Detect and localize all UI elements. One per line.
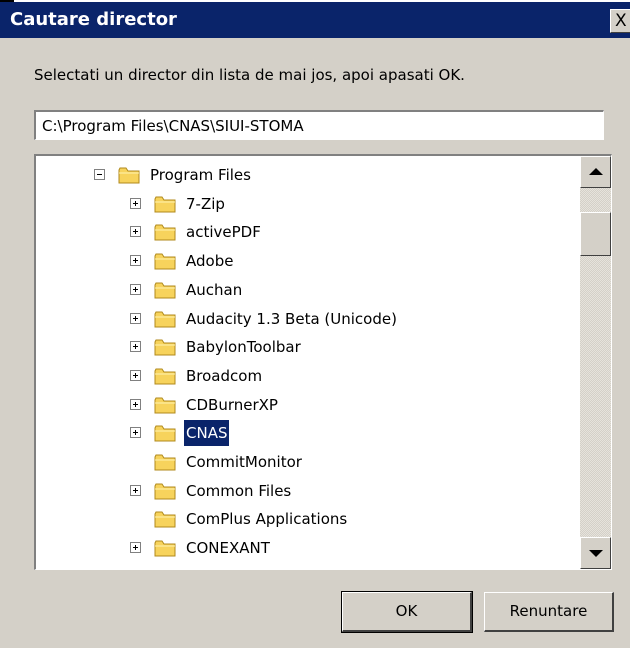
- folder-icon: [154, 252, 176, 270]
- tree-item-label: activePDF: [186, 223, 261, 242]
- plus-icon[interactable]: [130, 226, 141, 238]
- folder-icon: [154, 195, 176, 213]
- folder-icon: [154, 281, 176, 299]
- tree-item-label: Program Files: [150, 166, 251, 184]
- ok-button[interactable]: OK: [341, 591, 473, 633]
- tree-item-label: Adobe: [186, 252, 234, 271]
- instructions-text: Selectati un director din lista de mai j…: [34, 66, 465, 84]
- tree-item-label: CONEXANT: [186, 539, 270, 558]
- folder-tree[interactable]: CONEXANT ComPlus Applications Common Files…: [34, 154, 612, 570]
- vertical-scrollbar[interactable]: [580, 156, 611, 569]
- folder-icon: [154, 310, 176, 327]
- plus-icon[interactable]: [130, 341, 141, 353]
- plus-icon[interactable]: [130, 484, 141, 496]
- folder-icon: [154, 482, 176, 500]
- path-input[interactable]: [34, 110, 604, 140]
- plus-icon[interactable]: [130, 255, 141, 267]
- folder-icon: [154, 396, 176, 414]
- scroll-thumb[interactable]: [580, 212, 611, 256]
- plus-icon[interactable]: [130, 197, 141, 209]
- arrow-down-icon: [589, 550, 603, 557]
- scroll-up-button[interactable]: [580, 156, 611, 188]
- plus-icon[interactable]: [130, 427, 141, 439]
- dialog-title: Cautare director: [10, 9, 177, 30]
- folder-icon: [154, 510, 176, 528]
- folder-icon: [154, 453, 176, 471]
- tree-item-label: ComPlus Applications: [186, 510, 348, 529]
- tree-item-label: CDBurnerXP: [186, 395, 278, 414]
- tree-item-label: 7-Zip: [186, 194, 225, 213]
- plus-icon[interactable]: [130, 398, 141, 410]
- arrow-up-icon: [589, 168, 603, 175]
- minus-icon[interactable]: [94, 169, 105, 180]
- title-bar[interactable]: Cautare director X: [0, 2, 630, 38]
- plus-icon[interactable]: [130, 312, 141, 324]
- folder-icon: [118, 166, 140, 184]
- tree-item-label: BabylonToolbar: [186, 338, 301, 357]
- folder-icon: [154, 539, 176, 557]
- tree-item-label: Common Files: [186, 481, 292, 500]
- plus-icon[interactable]: [130, 283, 141, 295]
- close-button[interactable]: X: [610, 9, 630, 33]
- close-icon: X: [615, 11, 627, 31]
- browse-folder-dialog: Cautare director X Selectati un director…: [0, 2, 630, 648]
- tree-item-label: Auchan: [186, 280, 243, 299]
- tree-item-label: Broadcom: [186, 366, 263, 385]
- tree-item-label: Audacity 1.3 Beta (Unicode): [186, 309, 397, 328]
- folder-icon: [154, 338, 176, 356]
- folder-icon: [154, 367, 176, 385]
- tree-item-label: CNAS: [184, 420, 230, 447]
- cancel-button[interactable]: Renuntare: [484, 592, 614, 632]
- scroll-down-button[interactable]: [580, 537, 611, 569]
- folder-icon: [154, 223, 176, 241]
- folder-icon: [154, 424, 176, 442]
- plus-icon[interactable]: [130, 369, 141, 381]
- tree-item-label: CommitMonitor: [186, 453, 302, 471]
- plus-icon[interactable]: [130, 542, 141, 554]
